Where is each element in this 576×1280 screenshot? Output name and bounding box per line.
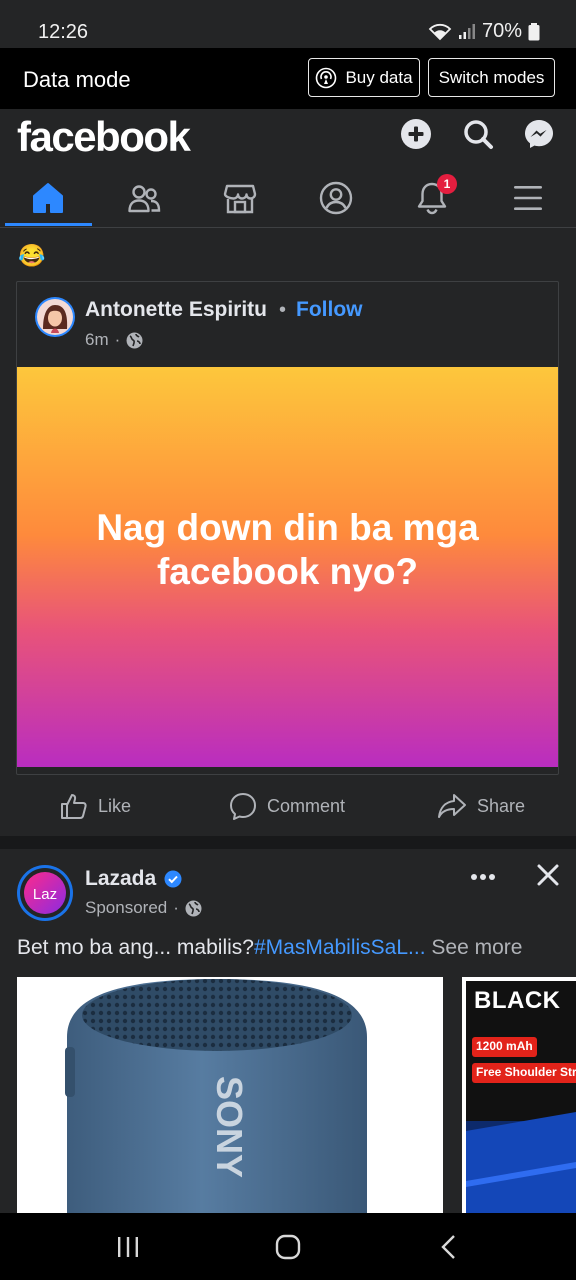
battery-icon: [528, 22, 540, 40]
card2-product-image: [466, 1112, 576, 1213]
post-text: Nag down din ba mga facebook nyo?: [96, 507, 479, 592]
active-tab-indicator: [5, 223, 92, 226]
ad-caption: Bet mo ba ang... mabilis?#MasMabilisSaL.…: [17, 936, 562, 960]
globe-icon: [185, 900, 202, 916]
buy-data-button[interactable]: Buy data: [308, 58, 420, 97]
more-options-icon[interactable]: [470, 870, 496, 884]
signal-icon: [458, 23, 475, 39]
search-icon[interactable]: [461, 117, 495, 151]
marketplace-icon: [223, 184, 257, 214]
broadcast-icon: [316, 67, 337, 88]
card2-chip-capacity: 1200 mAh: [472, 1037, 537, 1057]
wifi-icon: [428, 23, 452, 40]
facebook-app-screen: 12:26 70% Data mode Buy data Switch mode…: [0, 0, 576, 1280]
share-button[interactable]: Share: [437, 782, 525, 830]
status-indicators: 70%: [428, 20, 540, 43]
share-arrow-icon: [438, 794, 466, 818]
comment-button[interactable]: Comment: [229, 782, 345, 830]
data-mode-title: Data mode: [23, 67, 131, 92]
carousel-card-speaker[interactable]: SONY: [17, 977, 443, 1213]
like-button[interactable]: Like: [60, 782, 131, 830]
text-post-background[interactable]: Nag down din ba mga facebook nyo?: [17, 367, 558, 767]
laughing-emoji: 😂: [18, 243, 46, 268]
tab-marketplace[interactable]: [196, 169, 284, 227]
like-label: Like: [98, 795, 132, 816]
comment-icon: [230, 793, 256, 820]
thumbs-up-icon: [61, 794, 87, 819]
switch-modes-label: Switch modes: [438, 67, 545, 87]
follow-separator: •: [279, 299, 287, 321]
lazada-logo: Laz: [20, 868, 70, 918]
tab-menu[interactable]: [484, 169, 572, 227]
tab-home[interactable]: [4, 169, 92, 227]
battery-percent: 70%: [481, 20, 522, 42]
status-bar: 12:26 70%: [0, 0, 576, 48]
lazada-avatar[interactable]: Laz: [17, 865, 73, 921]
post-meta: 6m ·: [85, 330, 143, 350]
messenger-icon[interactable]: [522, 117, 556, 151]
author-avatar-image: [37, 299, 73, 335]
see-more-link[interactable]: See more: [426, 936, 522, 959]
advertiser-name-row: Lazada: [85, 867, 182, 891]
system-nav-bar: [0, 1213, 576, 1280]
card2-title: BLACK: [474, 987, 561, 1014]
post-actions: Like Comment Share: [0, 782, 576, 832]
lazada-logo-text: Laz: [33, 886, 57, 903]
tab-profile[interactable]: [292, 169, 380, 227]
tab-friends[interactable]: [100, 169, 188, 227]
speaker-brand-text: SONY: [209, 1076, 250, 1178]
friends-icon: [128, 185, 161, 213]
tab-notifications[interactable]: [388, 169, 476, 227]
card2-background: BLACK 1200 mAh Free Shoulder Str: [466, 981, 576, 1213]
ad-hashtag[interactable]: #MasMabilisSaL...: [254, 936, 426, 959]
app-header: facebook: [0, 109, 576, 169]
status-time: 12:26: [38, 21, 89, 43]
notification-badge: 1: [437, 174, 457, 194]
buy-data-label: Buy data: [345, 67, 413, 87]
home-icon: [33, 183, 63, 213]
ad-caption-text: Bet mo ba ang... mabilis?: [17, 936, 254, 959]
speaker-product-image: SONY: [17, 977, 443, 1213]
share-label: Share: [477, 795, 526, 816]
follow-button[interactable]: Follow: [296, 298, 363, 322]
post-author-name[interactable]: Antonette Espiritu: [85, 298, 267, 322]
feed-separator: [0, 836, 576, 849]
close-icon[interactable]: [535, 862, 561, 888]
card2-chip-strap: Free Shoulder Str: [472, 1063, 576, 1083]
switch-modes-button[interactable]: Switch modes: [428, 58, 555, 97]
data-mode-bar: Data mode Buy data Switch modes: [0, 48, 576, 109]
profile-icon: [319, 181, 353, 215]
ad-meta: Sponsored ·: [85, 898, 202, 918]
post-time[interactable]: 6m: [85, 330, 109, 350]
facebook-logo[interactable]: facebook: [17, 113, 191, 161]
author-avatar[interactable]: [35, 297, 75, 337]
back-icon[interactable]: [440, 1234, 458, 1260]
sponsored-label[interactable]: Sponsored: [85, 898, 167, 918]
recent-apps-icon[interactable]: [116, 1235, 140, 1259]
tab-bar: [0, 169, 576, 228]
ad-meta-separator: ·: [173, 898, 179, 917]
comment-label: Comment: [267, 795, 346, 816]
meta-separator: ·: [114, 330, 121, 349]
advertiser-name[interactable]: Lazada: [85, 867, 156, 891]
verified-badge-icon: [164, 870, 182, 888]
create-plus-icon[interactable]: [399, 117, 433, 151]
carousel-card-black[interactable]: BLACK 1200 mAh Free Shoulder Str: [462, 977, 576, 1213]
hamburger-menu-icon: [514, 186, 542, 210]
globe-icon: [126, 332, 143, 348]
home-nav-icon[interactable]: [275, 1234, 301, 1260]
